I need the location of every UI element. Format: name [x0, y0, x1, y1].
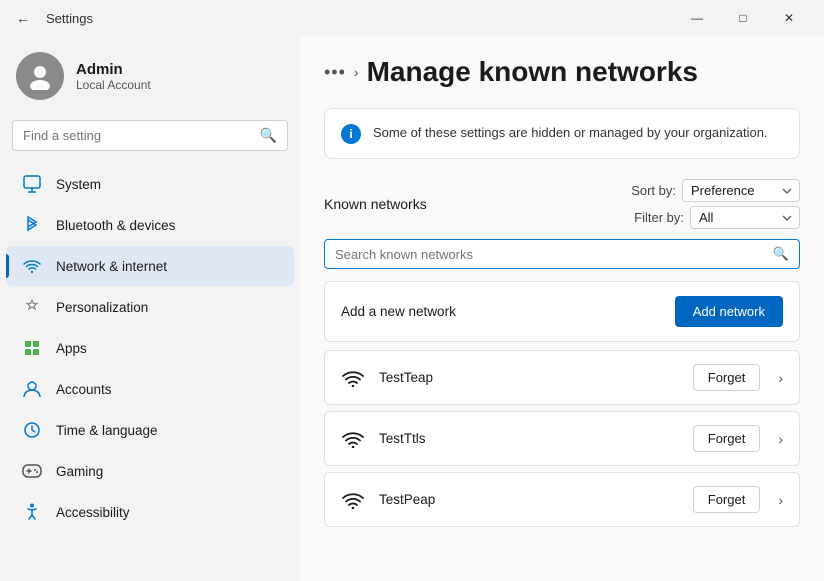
search-network-icon: 🔍 [773, 246, 789, 262]
network-name-testteap: TestTeap [379, 370, 679, 385]
networks-header: Known networks Sort by: Preference Netwo… [324, 179, 800, 229]
main-content: ••• › Manage known networks i Some of th… [300, 36, 824, 581]
sidebar-item-personalization[interactable]: Personalization [6, 287, 294, 327]
minimize-button[interactable]: — [674, 2, 720, 34]
search-input[interactable] [23, 128, 252, 143]
sidebar-item-bluetooth-label: Bluetooth & devices [56, 218, 175, 233]
breadcrumb-arrow: › [354, 64, 359, 80]
network-name-testpeap: TestPeap [379, 492, 679, 507]
known-networks-label: Known networks [324, 196, 427, 212]
network-name-testttls: TestTtls [379, 431, 679, 446]
page-title: Manage known networks [367, 56, 698, 88]
chevron-right-testpeap[interactable]: › [778, 492, 783, 508]
sidebar: Admin Local Account 🔍 Syste [0, 36, 300, 581]
sidebar-item-system-label: System [56, 177, 101, 192]
accounts-icon [22, 379, 42, 399]
sidebar-item-apps-label: Apps [56, 341, 87, 356]
sidebar-item-system[interactable]: System [6, 164, 294, 204]
sort-filter: Sort by: Preference Network name Date Fi… [631, 179, 800, 229]
forget-button-testteap[interactable]: Forget [693, 364, 761, 391]
sidebar-item-accessibility[interactable]: Accessibility [6, 492, 294, 532]
forget-button-testpeap[interactable]: Forget [693, 486, 761, 513]
system-icon [22, 174, 42, 194]
search-box: 🔍 [12, 120, 288, 151]
search-network-input[interactable] [335, 247, 765, 262]
personalization-icon [22, 297, 42, 317]
titlebar: ← Settings — □ ✕ [0, 0, 824, 36]
user-role: Local Account [76, 78, 151, 92]
sort-label: Sort by: [631, 183, 676, 198]
chevron-right-testttls[interactable]: › [778, 431, 783, 447]
back-button[interactable]: ← [12, 6, 34, 30]
sidebar-item-accounts-label: Accounts [56, 382, 112, 397]
accessibility-icon [22, 502, 42, 522]
chevron-right-testteap[interactable]: › [778, 370, 783, 386]
sidebar-item-gaming-label: Gaming [56, 464, 103, 479]
network-item-testpeap: TestPeap Forget › [324, 472, 800, 527]
network-item-testteap: TestTeap Forget › [324, 350, 800, 405]
app-title: Settings [46, 11, 93, 26]
filter-select[interactable]: All Wi-Fi Ethernet [690, 206, 800, 229]
sidebar-item-gaming[interactable]: Gaming [6, 451, 294, 491]
add-network-button[interactable]: Add network [675, 296, 783, 327]
time-icon [22, 420, 42, 440]
sidebar-item-personalization-label: Personalization [56, 300, 148, 315]
network-icon [22, 256, 42, 276]
sort-select[interactable]: Preference Network name Date [682, 179, 800, 202]
network-item-testttls: TestTtls Forget › [324, 411, 800, 466]
user-name: Admin [76, 61, 151, 78]
add-network-row: Add a new network Add network [324, 281, 800, 342]
sidebar-item-time-label: Time & language [56, 423, 158, 438]
info-text: Some of these settings are hidden or man… [373, 123, 768, 143]
window-controls: — □ ✕ [674, 2, 812, 34]
sidebar-item-accessibility-label: Accessibility [56, 505, 130, 520]
search-network-box: 🔍 [324, 239, 800, 269]
content-inner: ••• › Manage known networks i Some of th… [300, 36, 824, 581]
page-header: ••• › Manage known networks [324, 56, 800, 88]
apps-icon [22, 338, 42, 358]
breadcrumb-dots[interactable]: ••• [324, 62, 346, 83]
sidebar-nav: System Bluetooth & devices [0, 163, 300, 533]
user-info: Admin Local Account [76, 61, 151, 92]
sidebar-item-network-label: Network & internet [56, 259, 167, 274]
wifi-icon-2 [341, 427, 365, 451]
forget-button-testttls[interactable]: Forget [693, 425, 761, 452]
info-banner: i Some of these settings are hidden or m… [324, 108, 800, 159]
filter-row: Filter by: All Wi-Fi Ethernet [634, 206, 800, 229]
bluetooth-icon [22, 215, 42, 235]
sidebar-item-time[interactable]: Time & language [6, 410, 294, 450]
avatar [16, 52, 64, 100]
add-network-label: Add a new network [341, 304, 456, 319]
close-button[interactable]: ✕ [766, 2, 812, 34]
search-icon: 🔍 [260, 127, 277, 144]
wifi-icon [341, 366, 365, 390]
wifi-icon-3 [341, 488, 365, 512]
info-icon: i [341, 124, 361, 144]
sort-row: Sort by: Preference Network name Date [631, 179, 800, 202]
gaming-icon [22, 461, 42, 481]
sidebar-item-accounts[interactable]: Accounts [6, 369, 294, 409]
sidebar-item-apps[interactable]: Apps [6, 328, 294, 368]
search-container: 🔍 [0, 120, 300, 163]
app-body: Admin Local Account 🔍 Syste [0, 36, 824, 581]
sidebar-item-bluetooth[interactable]: Bluetooth & devices [6, 205, 294, 245]
sidebar-item-network[interactable]: Network & internet [6, 246, 294, 286]
filter-label: Filter by: [634, 210, 684, 225]
user-profile: Admin Local Account [0, 36, 300, 120]
maximize-button[interactable]: □ [720, 2, 766, 34]
